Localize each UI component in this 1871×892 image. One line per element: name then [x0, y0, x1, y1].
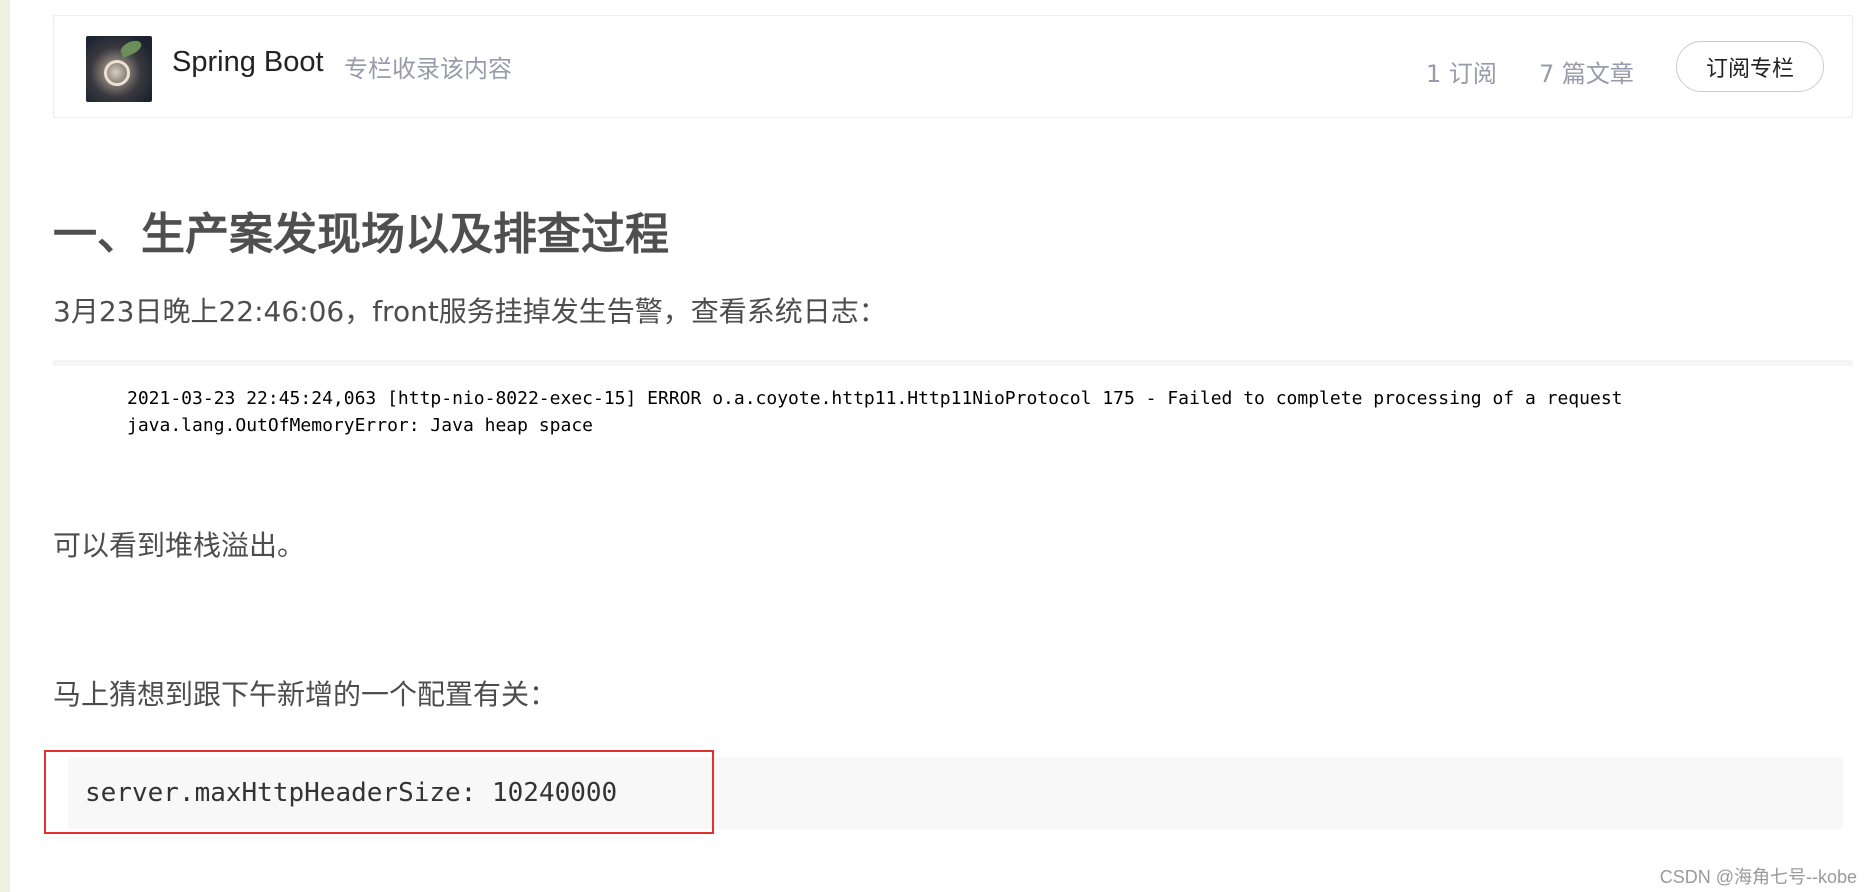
- subscribe-column-button[interactable]: 订阅专栏: [1676, 41, 1824, 92]
- column-article-count: 7 篇文章: [1539, 60, 1634, 88]
- red-highlight-annotation: [44, 750, 714, 834]
- paragraph-config-guess: 马上猜想到跟下午新增的一个配置有关：: [53, 678, 558, 711]
- page-left-margin: [0, 0, 10, 892]
- log-line: 2021-03-23 22:45:24,063 [http-nio-8022-e…: [127, 388, 1623, 409]
- csdn-watermark: CSDN @海角七号--kobe: [1659, 867, 1857, 887]
- column-cover-image[interactable]: [86, 36, 152, 102]
- log-code-block: 2021-03-23 22:45:24,063 [http-nio-8022-e…: [53, 360, 1853, 450]
- paragraph-alert: 3月23日晚上22:46:06，front服务挂掉发生告警，查看系统日志：: [53, 295, 887, 328]
- column-subscriber-count: 1 订阅: [1426, 60, 1497, 88]
- log-line: java.lang.OutOfMemoryError: Java heap sp…: [127, 415, 593, 436]
- paragraph-stack-overflow: 可以看到堆栈溢出。: [53, 529, 306, 562]
- column-subtitle: 专栏收录该内容: [344, 55, 512, 83]
- column-title[interactable]: Spring Boot: [172, 46, 324, 79]
- ring-icon: [104, 60, 130, 86]
- leaf-icon: [118, 37, 144, 59]
- column-card[interactable]: Spring Boot 专栏收录该内容 1 订阅 7 篇文章 订阅专栏: [53, 15, 1853, 118]
- section-heading: 一、生产案发现场以及排查过程: [53, 209, 669, 260]
